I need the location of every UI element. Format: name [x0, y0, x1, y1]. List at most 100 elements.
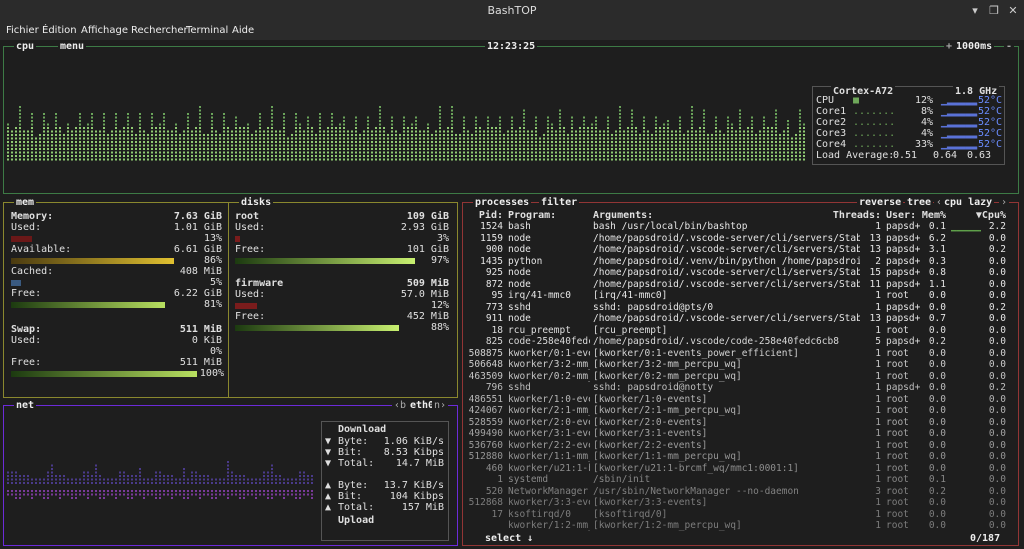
process-row[interactable]: 508875 kworker/0:1-eve [kworker/0:1-even…	[463, 348, 1018, 360]
filter-button[interactable]: filter	[539, 197, 580, 208]
close-icon[interactable]: ✕	[1006, 0, 1020, 22]
menu-aide[interactable]: Aide	[232, 25, 254, 36]
available-pct: 86%	[203, 255, 222, 266]
tree-toggle[interactable]: tree	[905, 197, 934, 208]
minimize-icon[interactable]: ▾	[968, 0, 982, 22]
cpu-row-temp: 52°C	[978, 139, 1003, 150]
rate-increase-icon[interactable]: +	[944, 41, 955, 52]
used-label: Used:	[11, 222, 42, 233]
cpu-row-name: Core1	[816, 106, 847, 117]
header-pid[interactable]: Pid:	[463, 210, 503, 222]
process-row[interactable]: 486551 kworker/1:0-eve [kworker/1:0-even…	[463, 394, 1018, 406]
process-cpu: 0.0	[988, 359, 1006, 370]
process-mem: 0.0	[928, 497, 946, 508]
menu-button[interactable]: menu	[58, 41, 87, 52]
process-args: [kworker/0:2-mm_percpu_wq]	[593, 370, 742, 382]
process-table-header: Pid: Program: Arguments: Threads: User: …	[463, 210, 1018, 222]
process-row[interactable]: 1 systemd /sbin/init 1 root 0.1 0.0	[463, 474, 1018, 486]
process-row[interactable]: 528559 kworker/2:0-eve [kworker/2:0-even…	[463, 417, 1018, 429]
process-row[interactable]: 499490 kworker/3:1-eve [kworker/3:1-even…	[463, 428, 1018, 440]
process-args: [kworker/3:3-events]	[593, 497, 708, 508]
process-pid: 520	[485, 485, 503, 497]
process-args: sshd: papsdroid@pts/0	[593, 301, 714, 313]
process-row[interactable]: 506648 kworker/3:2-mm_ [kworker/3:2-mm_p…	[463, 359, 1018, 371]
process-row[interactable]: 520 NetworkManager /usr/sbin/NetworkMana…	[463, 486, 1018, 498]
process-program: kworker/1:1-mm_	[508, 451, 590, 462]
root-free-bar	[235, 258, 415, 264]
process-threads: 3	[875, 485, 881, 497]
process-cpu: 0.0	[988, 267, 1006, 278]
process-args: [kworker/u21:1-brcmf_wq/mmc1:0001:1]	[593, 462, 799, 474]
process-cpu: 0.0	[988, 451, 1006, 462]
net-stats-panel: Download ▼ Byte: 1.06 KiB/s ▼ Bit: 8.53 K…	[321, 421, 449, 541]
menu-affichage[interactable]: Affichage	[81, 25, 128, 36]
sort-next-button[interactable]: ›	[999, 197, 1010, 208]
down-stat-value: 14.7 MiB	[395, 458, 444, 469]
menu-rechercher[interactable]: Rechercher	[131, 25, 188, 36]
menu-fichier[interactable]: Fichier	[6, 25, 39, 36]
process-threads: 5	[875, 336, 881, 347]
process-row[interactable]: 460 kworker/u21:1-b [kworker/u21:1-brcmf…	[463, 463, 1018, 475]
process-cpu: 0.0	[988, 497, 1006, 508]
swap-label: Swap:	[11, 324, 42, 335]
iface-prev-button[interactable]: ‹b	[392, 400, 409, 411]
reverse-toggle[interactable]: reverse	[857, 197, 904, 208]
process-cpu: 0.0	[988, 336, 1006, 347]
update-rate[interactable]: 1000ms	[954, 41, 995, 52]
process-row[interactable]: 773 sshd sshd: papsdroid@pts/0 1 papsd+ …	[463, 302, 1018, 314]
header-mem[interactable]: Mem%	[918, 210, 946, 222]
process-row[interactable]: kworker/1:2-mm_ [kworker/1:2-mm_percpu_w…	[463, 520, 1018, 532]
process-cpu: 0.0	[988, 405, 1006, 416]
process-mem: 0.0	[928, 370, 946, 382]
sort-mode[interactable]: cpu lazy	[942, 197, 995, 208]
process-row[interactable]: 1435 python /home/papsdroid/.venv/bin/py…	[463, 256, 1018, 268]
menu-terminal[interactable]: Terminal	[186, 25, 228, 36]
rate-decrease-icon[interactable]: -	[1004, 41, 1015, 52]
process-row[interactable]: 911 node /home/papsdroid/.vscode-server/…	[463, 313, 1018, 325]
process-row[interactable]: 95 irq/41-mmc0 [irq/41-mmc0] 1 root 0.0 …	[463, 290, 1018, 302]
process-args: /home/papsdroid/.venv/bin/python /home/p…	[593, 255, 860, 267]
process-row[interactable]: 17 ksoftirqd/0 [ksoftirqd/0] 1 root 0.0 …	[463, 509, 1018, 521]
process-row[interactable]: 925 node /home/papsdroid/.vscode-server/…	[463, 267, 1018, 279]
cpu-row-temp-graph: ▁▂▂▂▂▂	[941, 117, 978, 128]
free-label: Free:	[11, 288, 42, 299]
process-row[interactable]: 872 node /home/papsdroid/.vscode-server/…	[463, 279, 1018, 291]
root-free-pct: 97%	[430, 255, 449, 266]
cached-pct: 5%	[209, 277, 222, 288]
process-args: [rcu_preempt]	[593, 324, 668, 336]
process-row[interactable]: 18 rcu_preempt [rcu_preempt] 1 root 0.0 …	[463, 325, 1018, 337]
process-threads: 1	[875, 474, 881, 485]
process-cpu: 0.2	[988, 244, 1006, 255]
process-row[interactable]: 463509 kworker/0:2-mm_ [kworker/0:2-mm_p…	[463, 371, 1018, 383]
process-threads: 1	[875, 324, 881, 336]
header-program[interactable]: Program:	[508, 210, 588, 222]
process-cpu: 0.0	[988, 255, 1006, 267]
iface-next-button[interactable]: n›	[432, 400, 449, 411]
process-args: [kworker/1:1-mm_percpu_wq]	[593, 451, 742, 462]
load-average-label: Load Average:	[816, 150, 895, 161]
process-pid: 512880	[468, 451, 503, 462]
select-button[interactable]: select ↓	[483, 533, 536, 544]
header-cpu[interactable]: ▼Cpu%	[968, 210, 1006, 222]
root-label: root	[235, 211, 260, 222]
process-row[interactable]: 512868 kworker/3:3-eve [kworker/3:3-even…	[463, 497, 1018, 509]
free-value: 6.22 GiB	[173, 288, 222, 299]
process-row[interactable]: 512880 kworker/1:1-mm_ [kworker/1:1-mm_p…	[463, 451, 1018, 463]
header-arguments[interactable]: Arguments:	[593, 210, 793, 222]
firmware-free-label: Free:	[235, 311, 266, 322]
header-threads[interactable]: Threads:	[823, 210, 881, 222]
process-row[interactable]: 1524 bash bash /usr/local/bin/bashtop 1 …	[463, 221, 1018, 233]
menu-edition[interactable]: Édition	[42, 25, 77, 36]
firmware-used-bar	[235, 303, 257, 309]
process-threads: 1	[875, 439, 881, 451]
process-row[interactable]: 796 sshd sshd: papsdroid@notty 1 papsd+ …	[463, 382, 1018, 394]
process-row[interactable]: 424067 kworker/2:1-mm_ [kworker/2:1-mm_p…	[463, 405, 1018, 417]
process-mem: 0.0	[928, 439, 946, 451]
process-row[interactable]: 825 code-258e40fedc /home/papsdroid/.vsc…	[463, 336, 1018, 348]
firmware-free-bar	[235, 325, 399, 331]
process-row[interactable]: 1159 node /home/papsdroid/.vscode-server…	[463, 233, 1018, 245]
process-row[interactable]: 900 node /home/papsdroid/.vscode-server/…	[463, 244, 1018, 256]
process-row[interactable]: 536760 kworker/2:2-eve [kworker/2:2-even…	[463, 440, 1018, 452]
maximize-icon[interactable]: ❐	[987, 0, 1001, 22]
firmware-total: 509 MiB	[406, 278, 449, 289]
